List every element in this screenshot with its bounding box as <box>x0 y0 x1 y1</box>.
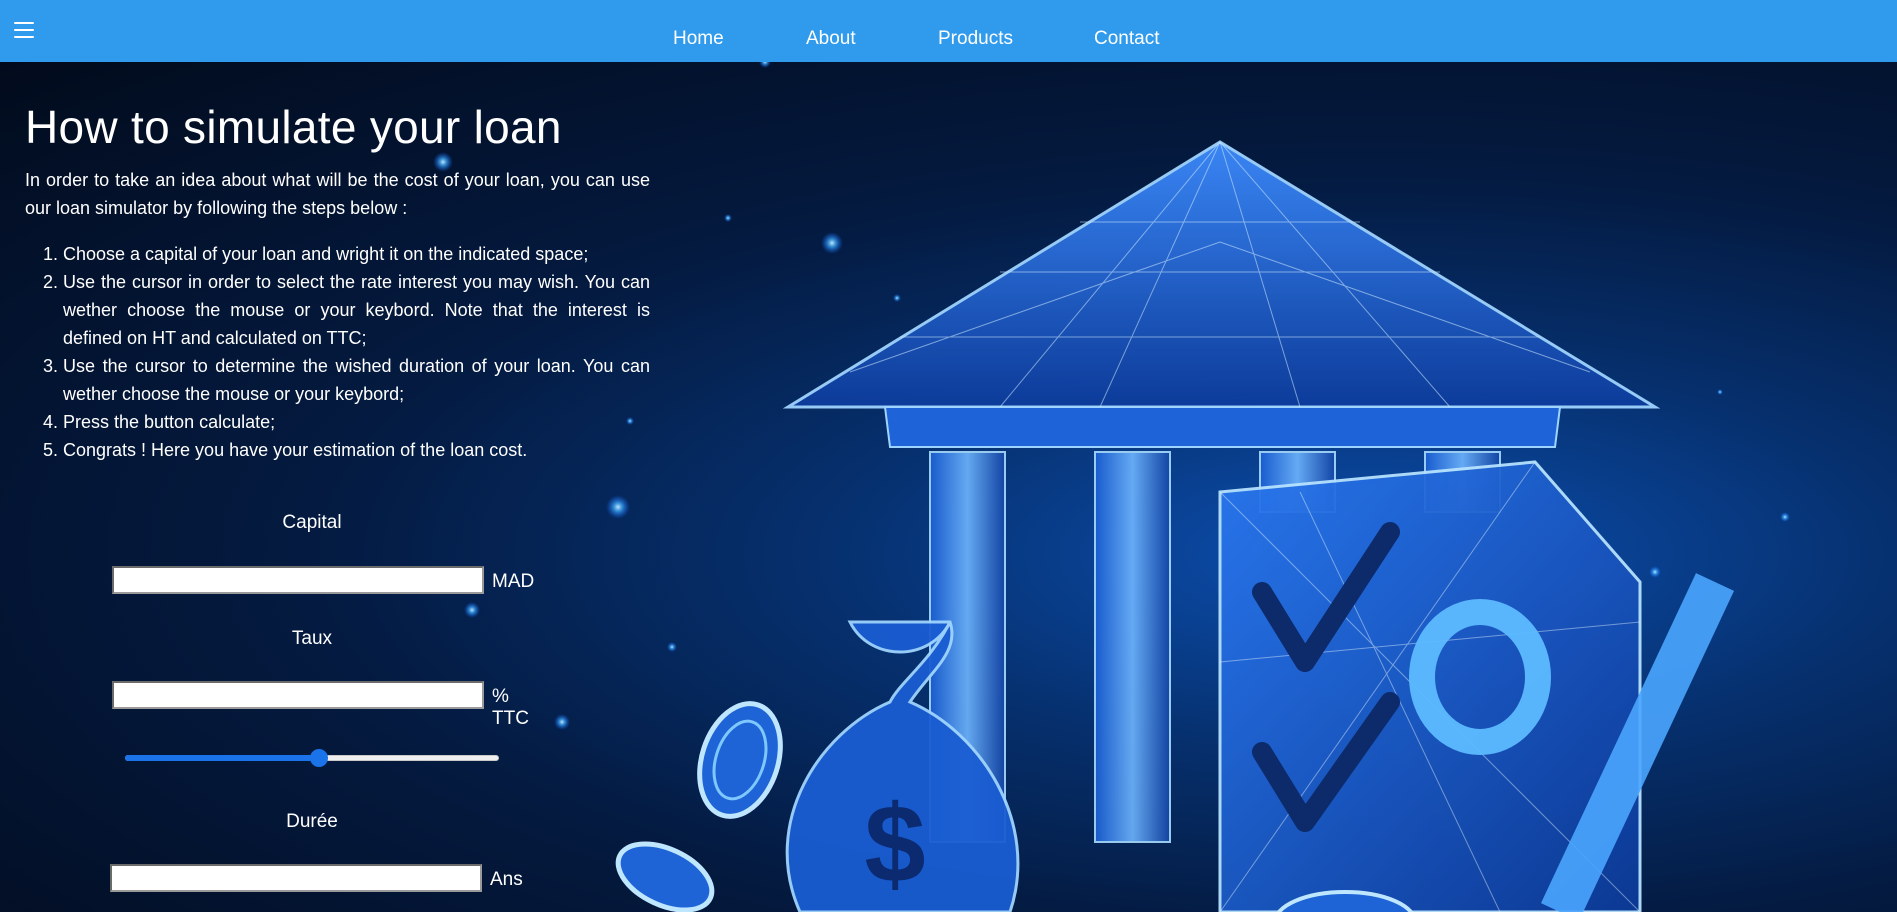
duree-input[interactable] <box>110 864 482 892</box>
taux-input[interactable] <box>112 681 484 709</box>
duree-label: Durée <box>286 811 338 832</box>
step-item: Use the cursor in order to select the ra… <box>63 268 650 352</box>
top-navbar: Home About Products Contact <box>0 0 1897 62</box>
step-item: Use the cursor to determine the wished d… <box>63 352 650 408</box>
nav-link-products[interactable]: Products <box>938 28 1013 50</box>
slider-fill <box>125 755 319 761</box>
capital-input[interactable] <box>112 566 484 594</box>
nav-link-home[interactable]: Home <box>673 28 724 50</box>
capital-label: Capital <box>282 512 342 533</box>
taux-slider[interactable] <box>125 749 499 767</box>
taux-label: Taux <box>291 628 333 649</box>
intro-text: In order to take an idea about what will… <box>25 170 650 218</box>
nav-link-about[interactable]: About <box>806 28 856 50</box>
nav-link-contact[interactable]: Contact <box>1094 28 1159 50</box>
slider-thumb[interactable] <box>310 749 328 767</box>
page-title: How to simulate your loan <box>25 101 562 153</box>
duree-unit: Ans <box>490 869 523 890</box>
step-item: Press the button calculate; <box>63 408 650 436</box>
svg-text:$: $ <box>864 783 925 906</box>
taux-unit: % TTC <box>492 686 529 729</box>
hero-section: $ How to simulate your loan In order to … <box>0 62 1897 912</box>
loan-instructions: How to simulate your loan In order to ta… <box>25 100 650 464</box>
step-item: Choose a capital of your loan and wright… <box>63 240 650 268</box>
capital-unit: MAD <box>492 571 535 592</box>
steps-list: Choose a capital of your loan and wright… <box>25 240 650 464</box>
step-item: Congrats ! Here you have your estimation… <box>63 436 650 464</box>
hamburger-menu-icon[interactable] <box>14 22 36 38</box>
